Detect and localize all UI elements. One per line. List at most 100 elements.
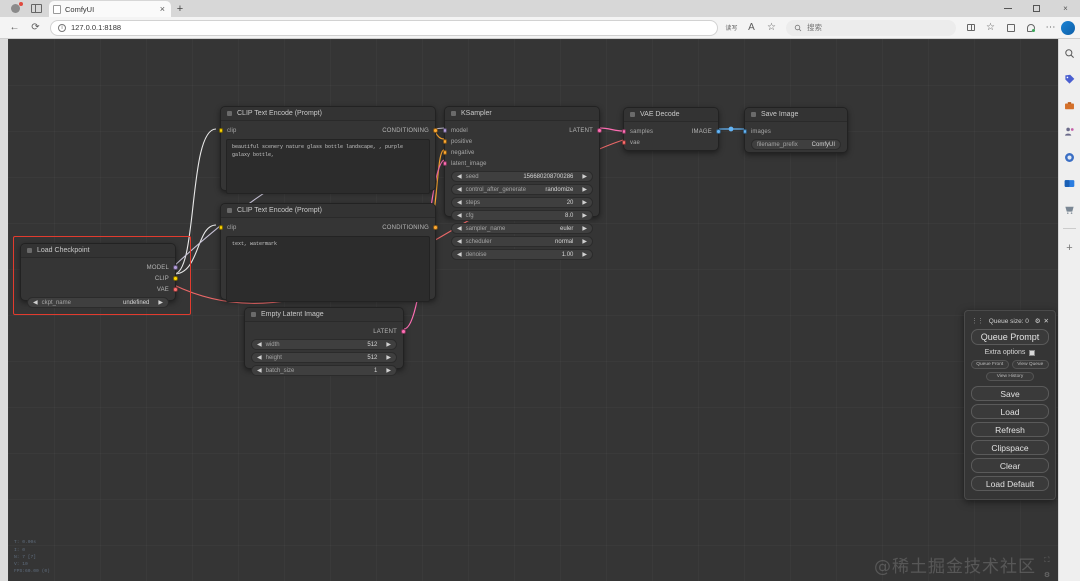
widget-steps[interactable]: ◀ steps 20 ▶ [451, 197, 593, 208]
widget-denoise[interactable]: ◀ denoise 1.00 ▶ [451, 249, 593, 260]
node-title-bar[interactable]: CLIP Text Encode (Prompt) [221, 204, 435, 218]
increment-icon[interactable]: ▶ [158, 300, 163, 306]
node-collapse-icon[interactable] [251, 312, 256, 317]
prompt-textarea-negative[interactable]: text, watermark [226, 236, 430, 302]
tab-actions-button[interactable] [26, 1, 46, 16]
images-port-dot-icon[interactable] [742, 129, 747, 134]
comfyui-canvas[interactable]: CLIP Text Encode (Prompt) clip CONDITION… [8, 39, 1058, 581]
tab-close-icon[interactable]: × [158, 4, 167, 14]
increment-icon[interactable]: ▶ [386, 342, 391, 348]
output-port-latent[interactable]: LATENT [373, 329, 406, 335]
output-port-model[interactable]: MODEL [147, 265, 178, 271]
positive-port-dot-icon[interactable] [442, 139, 447, 144]
widget-ckpt-name[interactable]: ◀ ckpt_name undefined ▶ [27, 297, 169, 308]
browser-tab[interactable]: ComfyUI × [49, 1, 171, 17]
font-size-button[interactable]: A [742, 18, 761, 37]
widget-scheduler[interactable]: ◀ scheduler normal ▶ [451, 236, 593, 247]
increment-icon[interactable]: ▶ [582, 174, 587, 180]
close-button[interactable]: × [1051, 0, 1080, 16]
node-title-bar[interactable]: KSampler [445, 107, 599, 121]
conditioning-port-dot-icon[interactable] [433, 128, 438, 133]
node-title-bar[interactable]: Save Image [745, 108, 847, 122]
view-queue-button[interactable]: View Queue [1011, 360, 1049, 369]
output-port-image[interactable]: IMAGE [692, 129, 721, 135]
input-port-negative[interactable]: negative [442, 150, 475, 156]
node-title-bar[interactable]: Empty Latent Image [245, 308, 403, 322]
node-empty-latent-image[interactable]: Empty Latent Image LATENT ◀ width 512 ▶ [244, 307, 406, 376]
address-bar[interactable]: i 127.0.0.1:8188 [50, 19, 718, 36]
minimize-button[interactable] [993, 0, 1022, 16]
new-tab-button[interactable]: + [171, 1, 189, 17]
clip-port-dot-icon[interactable] [218, 225, 223, 230]
node-collapse-icon[interactable] [227, 111, 232, 116]
widget-value[interactable]: 8.0 [565, 213, 573, 219]
add-icon[interactable]: + [1062, 240, 1078, 256]
vae-port-dot-icon[interactable] [621, 140, 626, 145]
widget-value[interactable]: 20 [567, 200, 574, 206]
add-favorite-button[interactable]: ☆ [762, 18, 781, 37]
node-title-bar[interactable]: Load Checkpoint [21, 244, 175, 258]
close-icon[interactable]: ✕ [1044, 317, 1049, 325]
increment-icon[interactable]: ▶ [582, 187, 587, 193]
node-title-bar[interactable]: CLIP Text Encode (Prompt) [221, 107, 435, 121]
save-button[interactable]: Save [971, 386, 1049, 401]
increment-icon[interactable]: ▶ [582, 213, 587, 219]
search-icon[interactable] [1062, 45, 1078, 61]
widget-batch-size[interactable]: ◀ batch_size 1 ▶ [251, 365, 397, 376]
input-port-clip[interactable]: clip [218, 225, 236, 231]
output-port-latent[interactable]: LATENT [569, 128, 602, 134]
queue-prompt-button[interactable]: Queue Prompt [971, 329, 1049, 345]
output-port-clip[interactable]: CLIP [155, 276, 178, 282]
output-port-conditioning[interactable]: CONDITIONING [382, 128, 438, 134]
widget-value[interactable]: randomize [545, 187, 573, 193]
clear-button[interactable]: Clear [971, 458, 1049, 473]
increment-icon[interactable]: ▶ [582, 239, 587, 245]
clipspace-button[interactable]: Clipspace [971, 440, 1049, 455]
increment-icon[interactable]: ▶ [386, 355, 391, 361]
extra-options-checkbox[interactable] [1029, 349, 1036, 356]
model-port-dot-icon[interactable] [442, 128, 447, 133]
widget-value[interactable]: normal [555, 239, 573, 245]
widget-seed[interactable]: ◀ seed 156680208700286 ▶ [451, 171, 593, 182]
node-collapse-icon[interactable] [27, 248, 32, 253]
queue-front-button[interactable]: Queue Front [971, 360, 1009, 369]
profile-button[interactable] [4, 1, 26, 16]
output-port-vae[interactable]: VAE [157, 287, 178, 293]
prompt-textarea-positive[interactable]: beautiful scenery nature glass bottle la… [226, 139, 430, 194]
node-clip-text-encode-positive[interactable]: CLIP Text Encode (Prompt) clip CONDITION… [218, 106, 438, 194]
load-default-button[interactable]: Load Default [971, 476, 1049, 491]
contacts-icon[interactable] [1062, 123, 1078, 139]
fullscreen-icon[interactable]: ⛶ [1045, 557, 1050, 565]
settings-icon[interactable]: ⚙ [1035, 317, 1041, 325]
negative-port-dot-icon[interactable] [442, 150, 447, 155]
widget-filename-prefix[interactable]: filename_prefix ComfyUI [751, 139, 841, 150]
input-port-images[interactable]: images [742, 129, 771, 135]
increment-icon[interactable]: ▶ [582, 200, 587, 206]
increment-icon[interactable]: ▶ [582, 226, 587, 232]
split-screen-icon[interactable] [961, 18, 980, 37]
read-aloud-button[interactable]: 读写 [722, 18, 741, 37]
image-port-dot-icon[interactable] [716, 129, 721, 134]
widget-control-after-generate[interactable]: ◀ control_after_generate randomize ▶ [451, 184, 593, 195]
widget-value[interactable]: 512 [367, 342, 377, 348]
search-box[interactable]: 搜索 [786, 19, 956, 36]
reload-button[interactable]: ⟳ [26, 18, 45, 37]
load-button[interactable]: Load [971, 404, 1049, 419]
vae-port-dot-icon[interactable] [173, 287, 178, 292]
latent-port-dot-icon[interactable] [597, 128, 602, 133]
canvas-settings-icon[interactable]: ⚙ [1044, 571, 1050, 579]
extra-options-row[interactable]: Extra options [971, 349, 1049, 356]
back-button[interactable]: ← [5, 18, 24, 37]
node-collapse-icon[interactable] [227, 208, 232, 213]
discount-icon[interactable] [1062, 71, 1078, 87]
widget-sampler-name[interactable]: ◀ sampler_name euler ▶ [451, 223, 593, 234]
input-port-clip[interactable]: clip [218, 128, 236, 134]
node-collapse-icon[interactable] [451, 111, 456, 116]
widget-value[interactable]: ComfyUI [812, 142, 835, 148]
input-port-latent-image[interactable]: latent_image [442, 161, 487, 167]
widget-value[interactable]: 1 [374, 368, 377, 374]
site-info-icon[interactable]: i [58, 23, 66, 32]
favorites-icon[interactable]: ☆ [981, 18, 1000, 37]
widget-width[interactable]: ◀ width 512 ▶ [251, 339, 397, 350]
widget-cfg[interactable]: ◀ cfg 8.0 ▶ [451, 210, 593, 221]
